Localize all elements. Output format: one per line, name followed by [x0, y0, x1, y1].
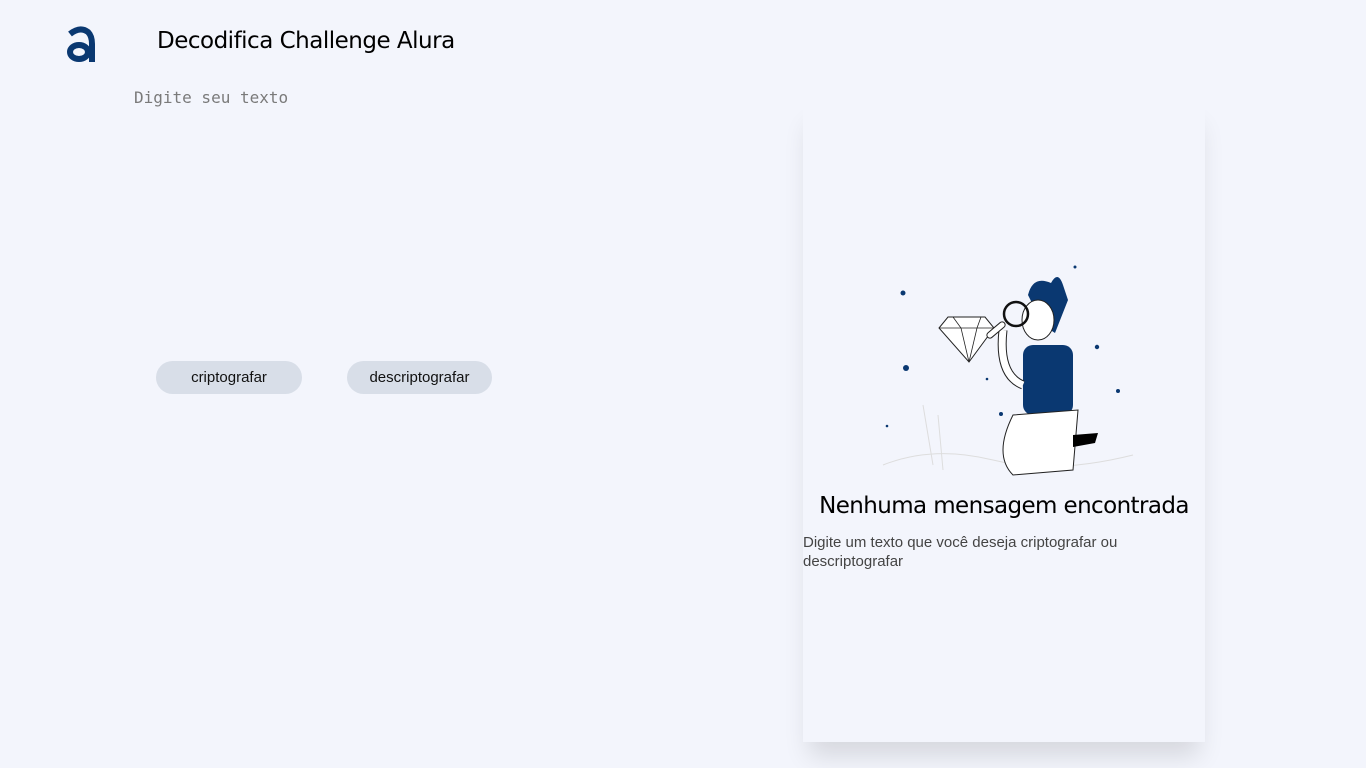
- alura-logo-icon: [67, 26, 95, 62]
- text-input[interactable]: [134, 88, 754, 338]
- encrypt-button[interactable]: criptografar: [156, 361, 302, 394]
- decrypt-button[interactable]: descriptografar: [347, 361, 492, 394]
- empty-state-heading: Nenhuma mensagem encontrada: [819, 493, 1189, 519]
- page-title: Decodifica Challenge Alura: [157, 28, 455, 54]
- person-with-magnifier-illustration: [882, 265, 1134, 476]
- output-panel: Nenhuma mensagem encontrada Digite um te…: [803, 100, 1205, 742]
- empty-state-message: Digite um texto que você deseja criptogr…: [803, 534, 1118, 570]
